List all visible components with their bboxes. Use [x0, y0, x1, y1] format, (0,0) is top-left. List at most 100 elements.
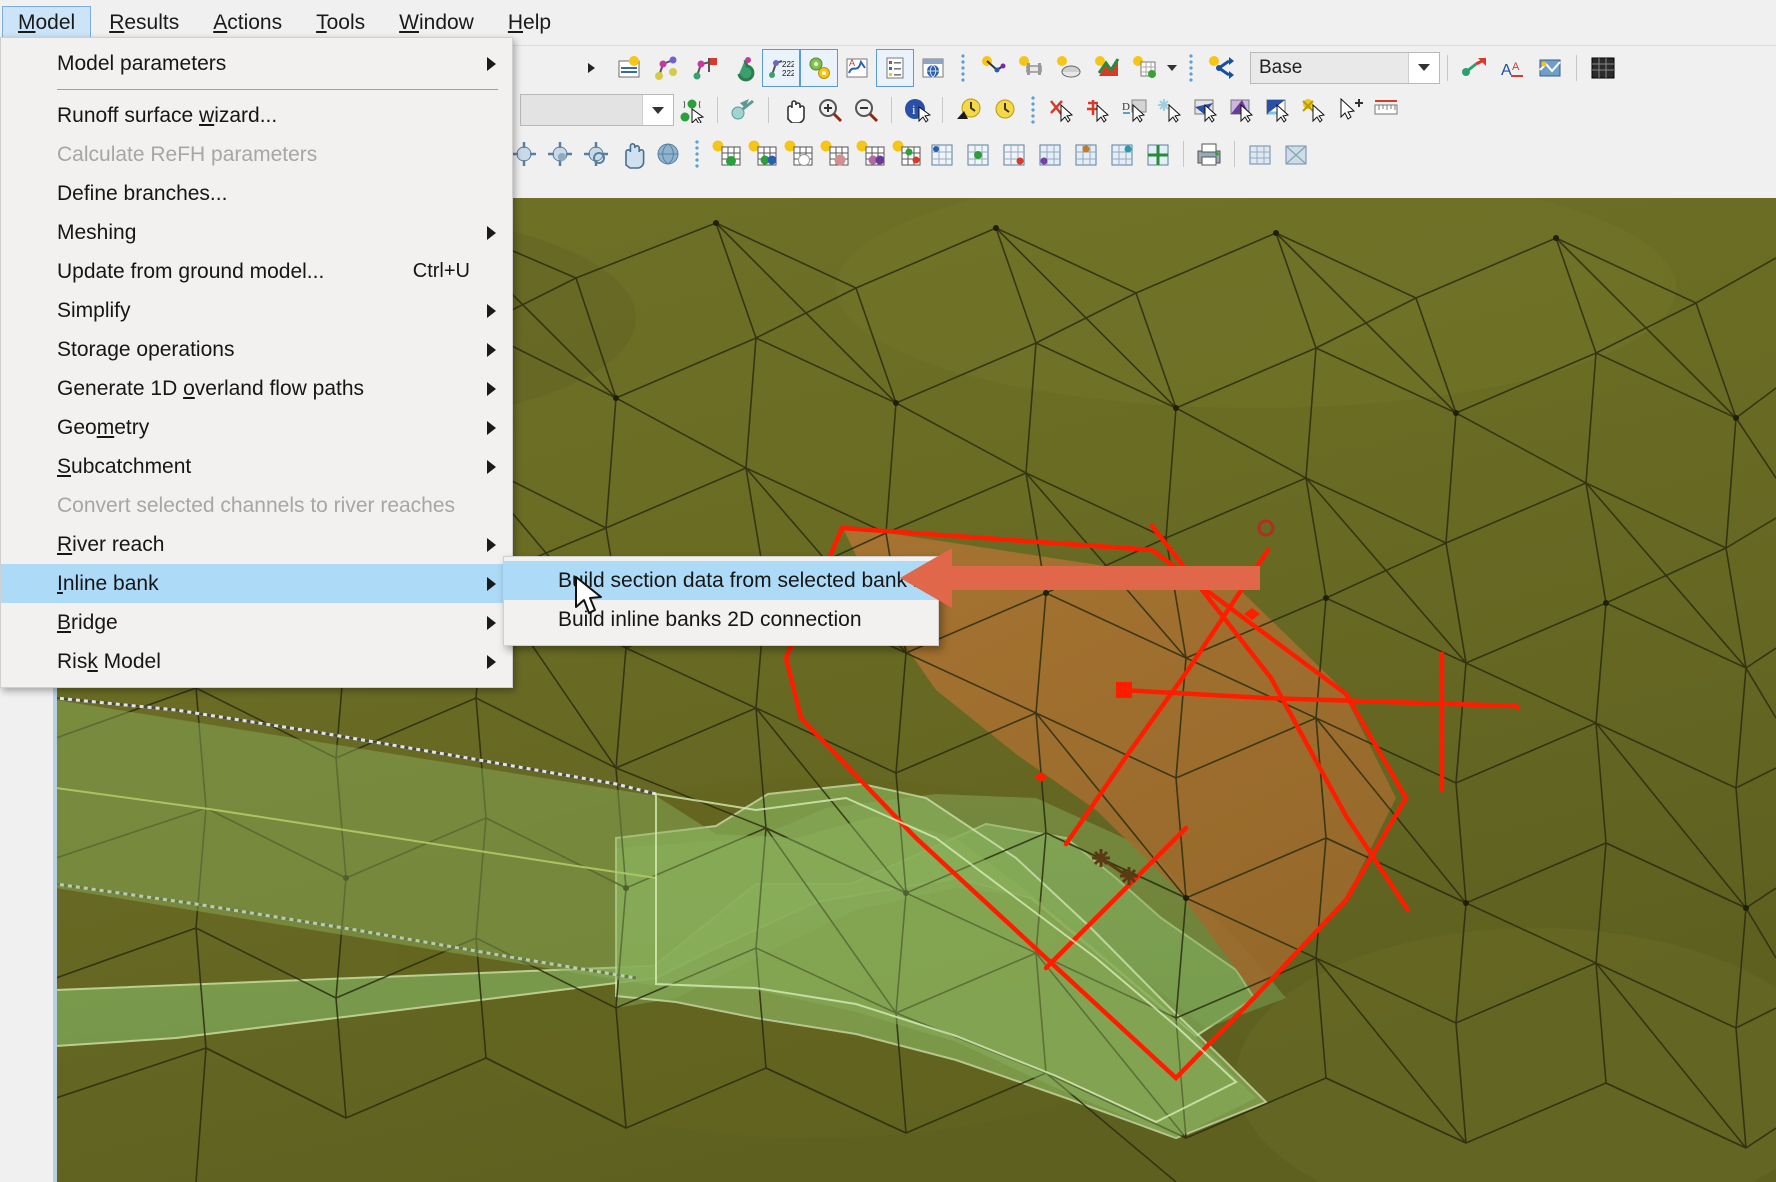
sep2c — [891, 97, 892, 123]
globe-window-icon[interactable] — [914, 49, 952, 87]
network-edit-icon[interactable] — [1455, 49, 1493, 87]
menu-item-label: Geometry — [57, 415, 150, 439]
branch-connect-icon[interactable] — [1202, 49, 1240, 87]
menu-item-inline-bank[interactable]: Inline bank — [1, 564, 512, 603]
menu-item-runoff-surface-wizard[interactable]: Runoff surface wizard... — [1, 96, 512, 135]
menu-item-generate-1d-overland-flow-paths[interactable]: Generate 1D overland flow paths — [1, 369, 512, 408]
mesh-white-icon[interactable] — [780, 137, 816, 171]
menubar-item-tools[interactable]: Tools — [300, 6, 381, 39]
svg-text:D: D — [1122, 101, 1130, 113]
grip-dots-icon-4[interactable] — [692, 139, 702, 169]
menubar-item-actions[interactable]: Actions — [197, 6, 298, 39]
mesh-zone-b-icon[interactable] — [960, 137, 996, 171]
measure-icon[interactable] — [1368, 93, 1404, 127]
menu-item-bridge[interactable]: Bridge — [1, 603, 512, 642]
insert-section-icon[interactable] — [1080, 93, 1116, 127]
grip-dots-icon-3[interactable] — [1028, 95, 1038, 125]
menu-item-meshing[interactable]: Meshing — [1, 213, 512, 252]
grid-node-icon[interactable] — [1126, 49, 1164, 87]
snap-section-icon[interactable] — [1044, 93, 1080, 127]
target-rotate-icon[interactable] — [542, 137, 578, 171]
menu-item-define-branches[interactable]: Define branches... — [1, 174, 512, 213]
drag-node-icon[interactable] — [725, 93, 761, 127]
menu-item-simplify[interactable]: Simplify — [1, 291, 512, 330]
gradient-select-icon[interactable] — [1224, 93, 1260, 127]
runoff-surface-icon[interactable] — [724, 49, 762, 87]
mesh-zone-c-icon[interactable] — [996, 137, 1032, 171]
star-select-icon[interactable] — [1152, 93, 1188, 127]
pan-hand-icon[interactable] — [776, 93, 812, 127]
table-properties-icon[interactable] — [876, 48, 914, 87]
pointer-plus-icon[interactable] — [1332, 93, 1368, 127]
culvert-icon[interactable] — [1050, 49, 1088, 87]
bridge-icon[interactable] — [1012, 49, 1050, 87]
network-nodes-icon[interactable] — [648, 49, 686, 87]
mesh-blue-icon[interactable] — [744, 137, 780, 171]
mesh-print-icon[interactable] — [1191, 137, 1227, 171]
overflow-chevron-icon[interactable] — [572, 49, 610, 87]
target-scale-icon[interactable] — [578, 137, 614, 171]
mesh-zone-a-icon[interactable] — [924, 137, 960, 171]
mesh-zone-e-icon[interactable] — [1068, 137, 1104, 171]
settings-gears-icon[interactable] — [800, 48, 838, 87]
toolbar-separator-2 — [1576, 54, 1577, 81]
submenu-arrow-icon — [487, 654, 496, 669]
mesh-box-icon[interactable] — [1278, 137, 1314, 171]
blank-combo-caret-icon[interactable] — [642, 95, 673, 125]
clock-icon[interactable] — [986, 93, 1022, 127]
base-scenario-caret-icon[interactable] — [1408, 52, 1439, 83]
blank-combo[interactable] — [520, 94, 674, 126]
model-parameters-icon[interactable] — [610, 49, 648, 87]
base-scenario-combo[interactable]: Base — [1250, 51, 1440, 84]
time-info-icon[interactable] — [950, 93, 986, 127]
schematise-icon[interactable]: 22222222 — [762, 48, 800, 87]
inline-bank-submenu-popup[interactable]: Build section data from selected bank li… — [503, 556, 946, 646]
profile-icon[interactable] — [1088, 49, 1126, 87]
menu-item-geometry[interactable]: Geometry — [1, 408, 512, 447]
grid-table-icon[interactable] — [1584, 49, 1622, 87]
network-flag-icon[interactable] — [686, 49, 724, 87]
mesh-green-icon[interactable] — [708, 137, 744, 171]
node-select-icon[interactable] — [1296, 93, 1332, 127]
model-menu-popup[interactable]: Model parameters Runoff surface wizard...… — [0, 37, 513, 688]
svg-text:A: A — [1512, 61, 1520, 73]
mesh-purple-icon[interactable] — [852, 137, 888, 171]
menubar-item-results[interactable]: Results — [93, 6, 195, 39]
mesh-pink-icon[interactable] — [816, 137, 852, 171]
label-text-icon[interactable]: AA — [1493, 49, 1531, 87]
menu-item-label: Convert selected channels to river reach… — [57, 493, 456, 517]
pan-hand-icon-2[interactable] — [614, 137, 650, 171]
zoom-in-icon[interactable] — [812, 93, 848, 127]
menu-item-label: River reach — [57, 532, 165, 556]
menu-item-update-from-ground-model[interactable]: Update from ground model... Ctrl+U — [1, 252, 512, 291]
fill-down-icon[interactable] — [1188, 93, 1224, 127]
shade-select-icon[interactable] — [1260, 93, 1296, 127]
graph-picture-icon[interactable]: A — [838, 49, 876, 87]
grip-dots-icon[interactable] — [958, 52, 968, 83]
snap-node-icon[interactable] — [974, 49, 1012, 87]
edit-section-icon[interactable]: D — [1116, 93, 1152, 127]
mesh-zone-d-icon[interactable] — [1032, 137, 1068, 171]
menu-item-storage-operations[interactable]: Storage operations — [1, 330, 512, 369]
mesh-multi-icon[interactable] — [888, 137, 924, 171]
map-layers-icon[interactable] — [1531, 49, 1569, 87]
mesh-grid-icon[interactable] — [1242, 137, 1278, 171]
menubar-item-window[interactable]: Window — [383, 6, 490, 39]
submenu-item-build-section-data-from-selected-bank-line[interactable]: Build section data from selected bank li… — [504, 561, 946, 600]
select-node-icon[interactable] — [674, 93, 710, 127]
grip-dots-icon-2[interactable] — [1186, 52, 1196, 83]
menu-item-river-reach[interactable]: River reach — [1, 525, 512, 564]
submenu-item-build-inline-banks-2d-connection[interactable]: Build inline banks 2D connection — [504, 600, 938, 639]
menu-item-risk-model[interactable]: Risk Model — [1, 642, 512, 681]
svg-text:A: A — [849, 58, 855, 68]
mesh-link-icon[interactable] — [1140, 137, 1176, 171]
info-tool-icon[interactable]: i — [899, 93, 935, 127]
menubar-item-model[interactable]: Model — [2, 6, 92, 39]
menu-item-model-parameters[interactable]: Model parameters — [1, 44, 512, 83]
zoom-out-icon[interactable] — [848, 93, 884, 127]
grid-dropdown-caret-icon[interactable] — [1164, 53, 1180, 83]
menubar-item-help[interactable]: Help — [492, 6, 567, 39]
globe-icon[interactable] — [650, 137, 686, 171]
menu-item-subcatchment[interactable]: Subcatchment — [1, 447, 512, 486]
mesh-zone-f-icon[interactable] — [1104, 137, 1140, 171]
